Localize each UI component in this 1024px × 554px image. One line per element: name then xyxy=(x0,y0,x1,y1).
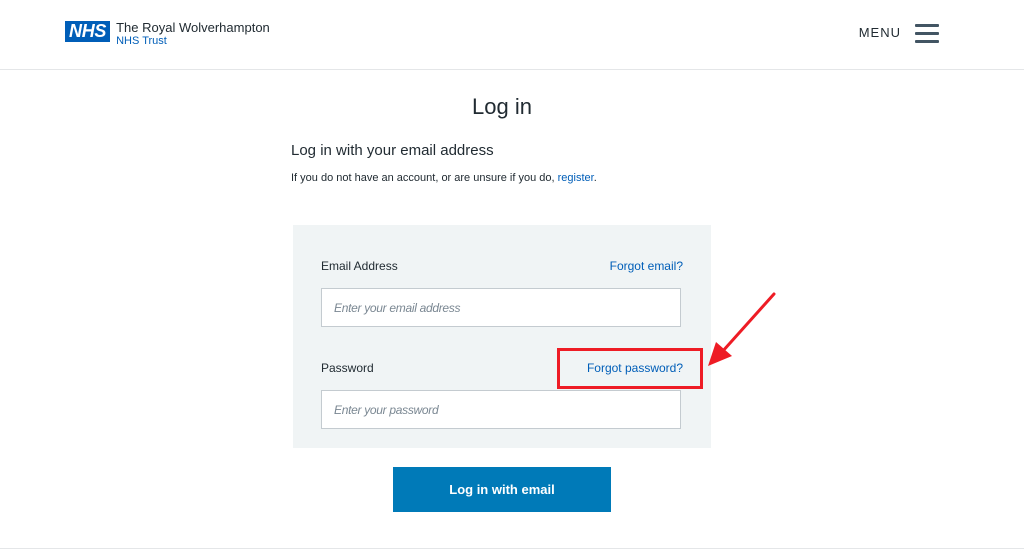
hamburger-menu-icon xyxy=(915,23,939,43)
email-label: Email Address xyxy=(321,259,398,273)
forgot-email-link[interactable]: Forgot email? xyxy=(610,258,683,274)
intro-text: If you do not have an account, or are un… xyxy=(291,170,597,186)
page-title: Log in xyxy=(472,94,532,119)
red-arrow-icon xyxy=(708,292,776,366)
site-header: NHS The Royal Wolverhampton NHS Trust ME… xyxy=(0,0,1024,70)
organisation-name-line1: The Royal Wolverhampton xyxy=(116,20,270,35)
organisation-name-line2: NHS Trust xyxy=(116,35,167,47)
email-input[interactable] xyxy=(321,288,681,327)
annotation-highlight-box xyxy=(557,348,703,389)
password-label: Password xyxy=(321,361,374,375)
register-link[interactable]: register xyxy=(558,172,594,184)
password-input[interactable] xyxy=(321,390,681,429)
menu-label: MENU xyxy=(858,25,901,40)
nhs-trust-logo[interactable]: NHS The Royal Wolverhampton NHS Trust xyxy=(65,21,270,47)
login-subheading: Log in with your email address xyxy=(291,142,494,159)
nhs-logo-badge: NHS xyxy=(65,21,111,42)
intro-sentence: If you do not have an account, or are un… xyxy=(291,172,555,184)
login-with-email-button[interactable]: Log in with email xyxy=(393,467,611,512)
footer-divider xyxy=(0,548,1024,549)
login-form-panel: Email Address Forgot email? Password For… xyxy=(293,225,711,448)
organisation-name: The Royal Wolverhampton NHS Trust xyxy=(116,20,270,48)
intro-period: . xyxy=(593,172,597,184)
menu-button[interactable]: MENU xyxy=(859,22,939,44)
